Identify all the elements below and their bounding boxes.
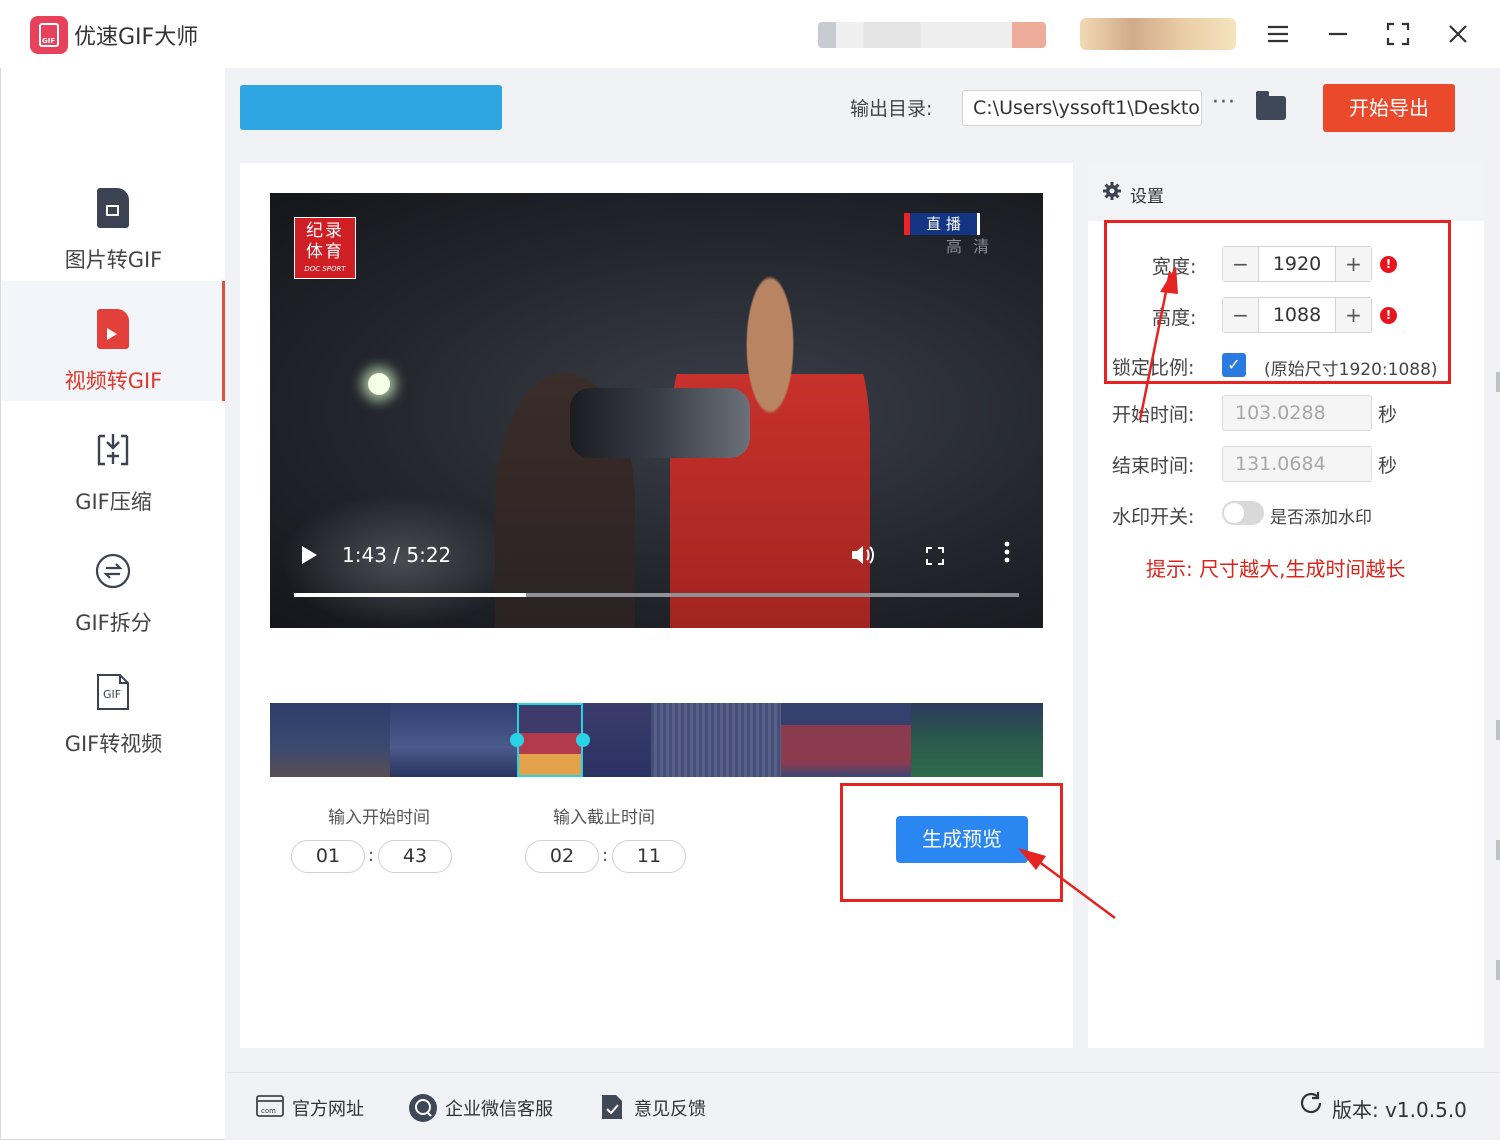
maximize-icon[interactable]	[1382, 18, 1414, 50]
time-separator: :	[602, 845, 609, 866]
gif-badge-text: GIF	[103, 688, 122, 701]
file-icon	[256, 12, 270, 30]
start-time-setting-input[interactable]: 103.0288	[1222, 395, 1372, 431]
sidebar-item-gif-split[interactable]: GIF拆分	[2, 523, 225, 643]
clear-list-button[interactable]: 清除列表	[386, 0, 482, 45]
channel-logo-sub: DOC SPORT	[304, 265, 346, 273]
selected-frame-range[interactable]	[517, 703, 583, 777]
video-filmstrip[interactable]	[270, 703, 1043, 777]
end-time-setting-label: 结束时间:	[1112, 455, 1195, 477]
sidebar-item-gif-compress[interactable]: GIF压缩	[2, 402, 225, 522]
start-minute-input[interactable]: 01	[291, 840, 365, 873]
filmstrip-frame	[911, 703, 1043, 777]
video-file-icon	[95, 309, 131, 349]
gif-file-icon: GIF	[95, 672, 131, 712]
redacted-account-info	[818, 22, 1046, 48]
end-second-input[interactable]: 11	[612, 840, 686, 873]
sidebar-item-label: 图片转GIF	[64, 248, 163, 272]
redacted-user-badge[interactable]	[1080, 18, 1236, 50]
channel-logo-line2: 体育	[306, 242, 344, 262]
video-time-display: 1:43 / 5:22	[342, 543, 452, 567]
video-progress-fill	[294, 593, 526, 597]
file-toolbar	[240, 85, 502, 130]
start-time-label: 输入开始时间	[328, 808, 430, 828]
compress-icon	[95, 430, 131, 470]
app-title: 优速GIF大师	[74, 25, 199, 50]
live-tag: 直 播	[904, 213, 980, 235]
filmstrip-frame	[583, 703, 651, 777]
add-file-label: 添加文件	[276, 11, 353, 33]
video-progress-bar[interactable]	[294, 593, 1019, 597]
feedback-link[interactable]: 意见反馈	[634, 1095, 706, 1121]
sidebar: 图片转GIF 视频转GIF GIF压缩 GIF拆分 GIF GIF转视频	[2, 68, 225, 1138]
start-second-input[interactable]: 43	[378, 840, 452, 873]
website-icon: com	[256, 1093, 284, 1119]
end-time-label: 输入截止时间	[553, 808, 655, 828]
app-logo-icon: GIF	[30, 16, 68, 54]
svg-text:com: com	[261, 1107, 276, 1115]
image-file-icon	[95, 188, 131, 228]
gear-icon	[1102, 181, 1122, 206]
refresh-icon[interactable]	[1298, 1090, 1324, 1122]
volume-icon[interactable]	[850, 543, 876, 573]
settings-title: 设置	[1130, 187, 1164, 207]
seconds-unit: 秒	[1378, 455, 1398, 477]
seconds-unit: 秒	[1378, 404, 1398, 426]
sidebar-item-label: GIF转视频	[64, 732, 163, 756]
watermark-toggle[interactable]	[1222, 501, 1264, 525]
filmstrip-frame	[270, 703, 390, 777]
end-minute-input[interactable]: 02	[525, 840, 599, 873]
range-end-handle[interactable]	[576, 733, 590, 747]
channel-logo: 纪录 体育 DOC SPORT	[294, 217, 356, 279]
end-time-setting-input[interactable]: 131.0684	[1222, 446, 1372, 482]
size-tip-text: 提示: 尺寸越大,生成时间越长	[1146, 557, 1406, 581]
trash-icon	[387, 13, 399, 29]
filmstrip-frame	[390, 703, 517, 777]
sidebar-item-video-to-gif[interactable]: 视频转GIF	[2, 281, 225, 401]
feedback-icon	[600, 1093, 628, 1119]
wechat-service-icon	[408, 1093, 437, 1122]
watermark-toggle-text: 是否添加水印	[1270, 508, 1372, 528]
official-website-link[interactable]: 官方网址	[292, 1095, 364, 1121]
annotation-box-size	[1104, 220, 1451, 384]
channel-logo-line1: 纪录	[306, 221, 344, 241]
start-export-button[interactable]: 开始导出	[1323, 84, 1455, 132]
video-frame-camera	[570, 388, 750, 458]
filmstrip-frame	[651, 703, 781, 777]
fullscreen-icon[interactable]	[926, 547, 944, 565]
menu-icon[interactable]	[1262, 18, 1294, 50]
background-window-edge	[1496, 960, 1500, 980]
output-path-field[interactable]: C:\Users\yssoft1\Desktop	[962, 90, 1202, 126]
output-dir-label: 输出目录:	[850, 98, 933, 120]
clear-list-label: 清除列表	[406, 11, 483, 33]
close-icon[interactable]	[1442, 18, 1474, 50]
hd-tag: 高 清	[946, 237, 993, 256]
time-separator: :	[368, 845, 375, 866]
background-window-edge	[1496, 372, 1500, 392]
play-icon[interactable]	[302, 546, 317, 564]
background-window-edge	[1496, 840, 1500, 860]
more-vertical-icon[interactable]	[1000, 541, 1014, 563]
folder-icon[interactable]	[1256, 91, 1286, 120]
version-text: 版本: v1.0.5.0	[1332, 1098, 1467, 1122]
split-icon	[95, 551, 131, 591]
sidebar-item-gif-to-video[interactable]: GIF GIF转视频	[2, 644, 225, 764]
minimize-icon[interactable]	[1322, 18, 1354, 50]
background-window-edge	[1496, 720, 1500, 740]
sidebar-item-label: 视频转GIF	[64, 369, 163, 393]
watermark-label: 水印开关:	[1112, 506, 1195, 528]
sidebar-item-label: GIF拆分	[75, 611, 152, 635]
more-options-button[interactable]: ···	[1212, 90, 1236, 115]
video-frame-flash	[368, 373, 390, 395]
annotation-box-preview	[840, 783, 1063, 902]
range-start-handle[interactable]	[510, 733, 524, 747]
sidebar-item-label: GIF压缩	[75, 490, 152, 514]
sidebar-item-image-to-gif[interactable]: 图片转GIF	[2, 160, 225, 280]
add-file-button[interactable]: 添加文件	[256, 0, 352, 45]
start-time-setting-label: 开始时间:	[1112, 404, 1195, 426]
wechat-service-link[interactable]: 企业微信客服	[445, 1095, 553, 1121]
logo-gif-text: GIF	[42, 37, 56, 45]
filmstrip-frame	[781, 703, 911, 777]
